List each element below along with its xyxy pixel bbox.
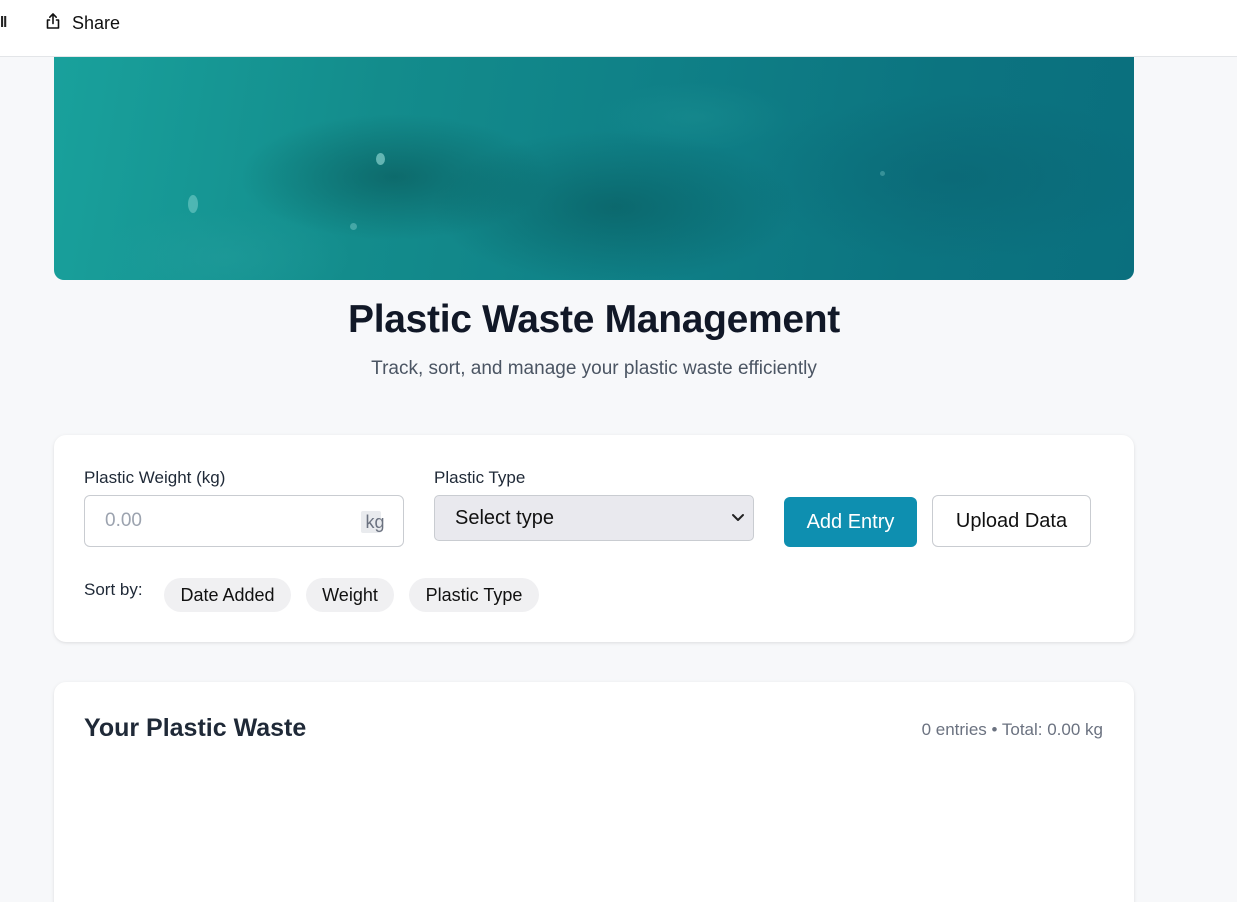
add-entry-button[interactable]: Add Entry [784,497,917,547]
type-field-label: Plastic Type [434,468,526,487]
upload-data-button[interactable]: Upload Data [932,495,1091,547]
page-title: Plastic Waste Management [347,298,840,341]
waste-list-card: Your Plastic Waste 0 entries • Total: 0.… [54,682,1134,902]
page-subtitle: Track, sort, and manage your plastic was… [371,358,817,379]
plastic-type-selected-value: Select type [455,507,554,529]
weight-unit-label: kg [365,512,385,532]
weight-field-label: Plastic Weight (kg) [84,468,226,487]
list-summary: 0 entries • Total: 0.00 kg [921,720,1103,739]
entry-form-card: Plastic Weight (kg) kg Plastic Type Sele… [54,435,1134,642]
plastic-type-select[interactable]: Select type [434,495,754,541]
sort-chip-weight[interactable]: Weight [306,578,394,612]
share-label: Share [72,12,121,33]
share-icon [44,12,62,35]
weight-input[interactable] [84,495,404,547]
top-toolbar: ll Share [0,0,1237,57]
list-title: Your Plastic Waste [84,714,307,742]
truncated-toolbar-item[interactable]: ll [0,14,7,32]
hero-banner-image [54,57,1134,280]
sort-chip-date-added[interactable]: Date Added [164,578,291,612]
chevron-down-icon [731,496,745,558]
sort-chip-plastic-type[interactable]: Plastic Type [409,578,539,612]
sort-by-label: Sort by: [84,580,143,599]
weight-unit-suffix: kg [360,511,390,533]
share-button[interactable]: Share [44,10,120,36]
